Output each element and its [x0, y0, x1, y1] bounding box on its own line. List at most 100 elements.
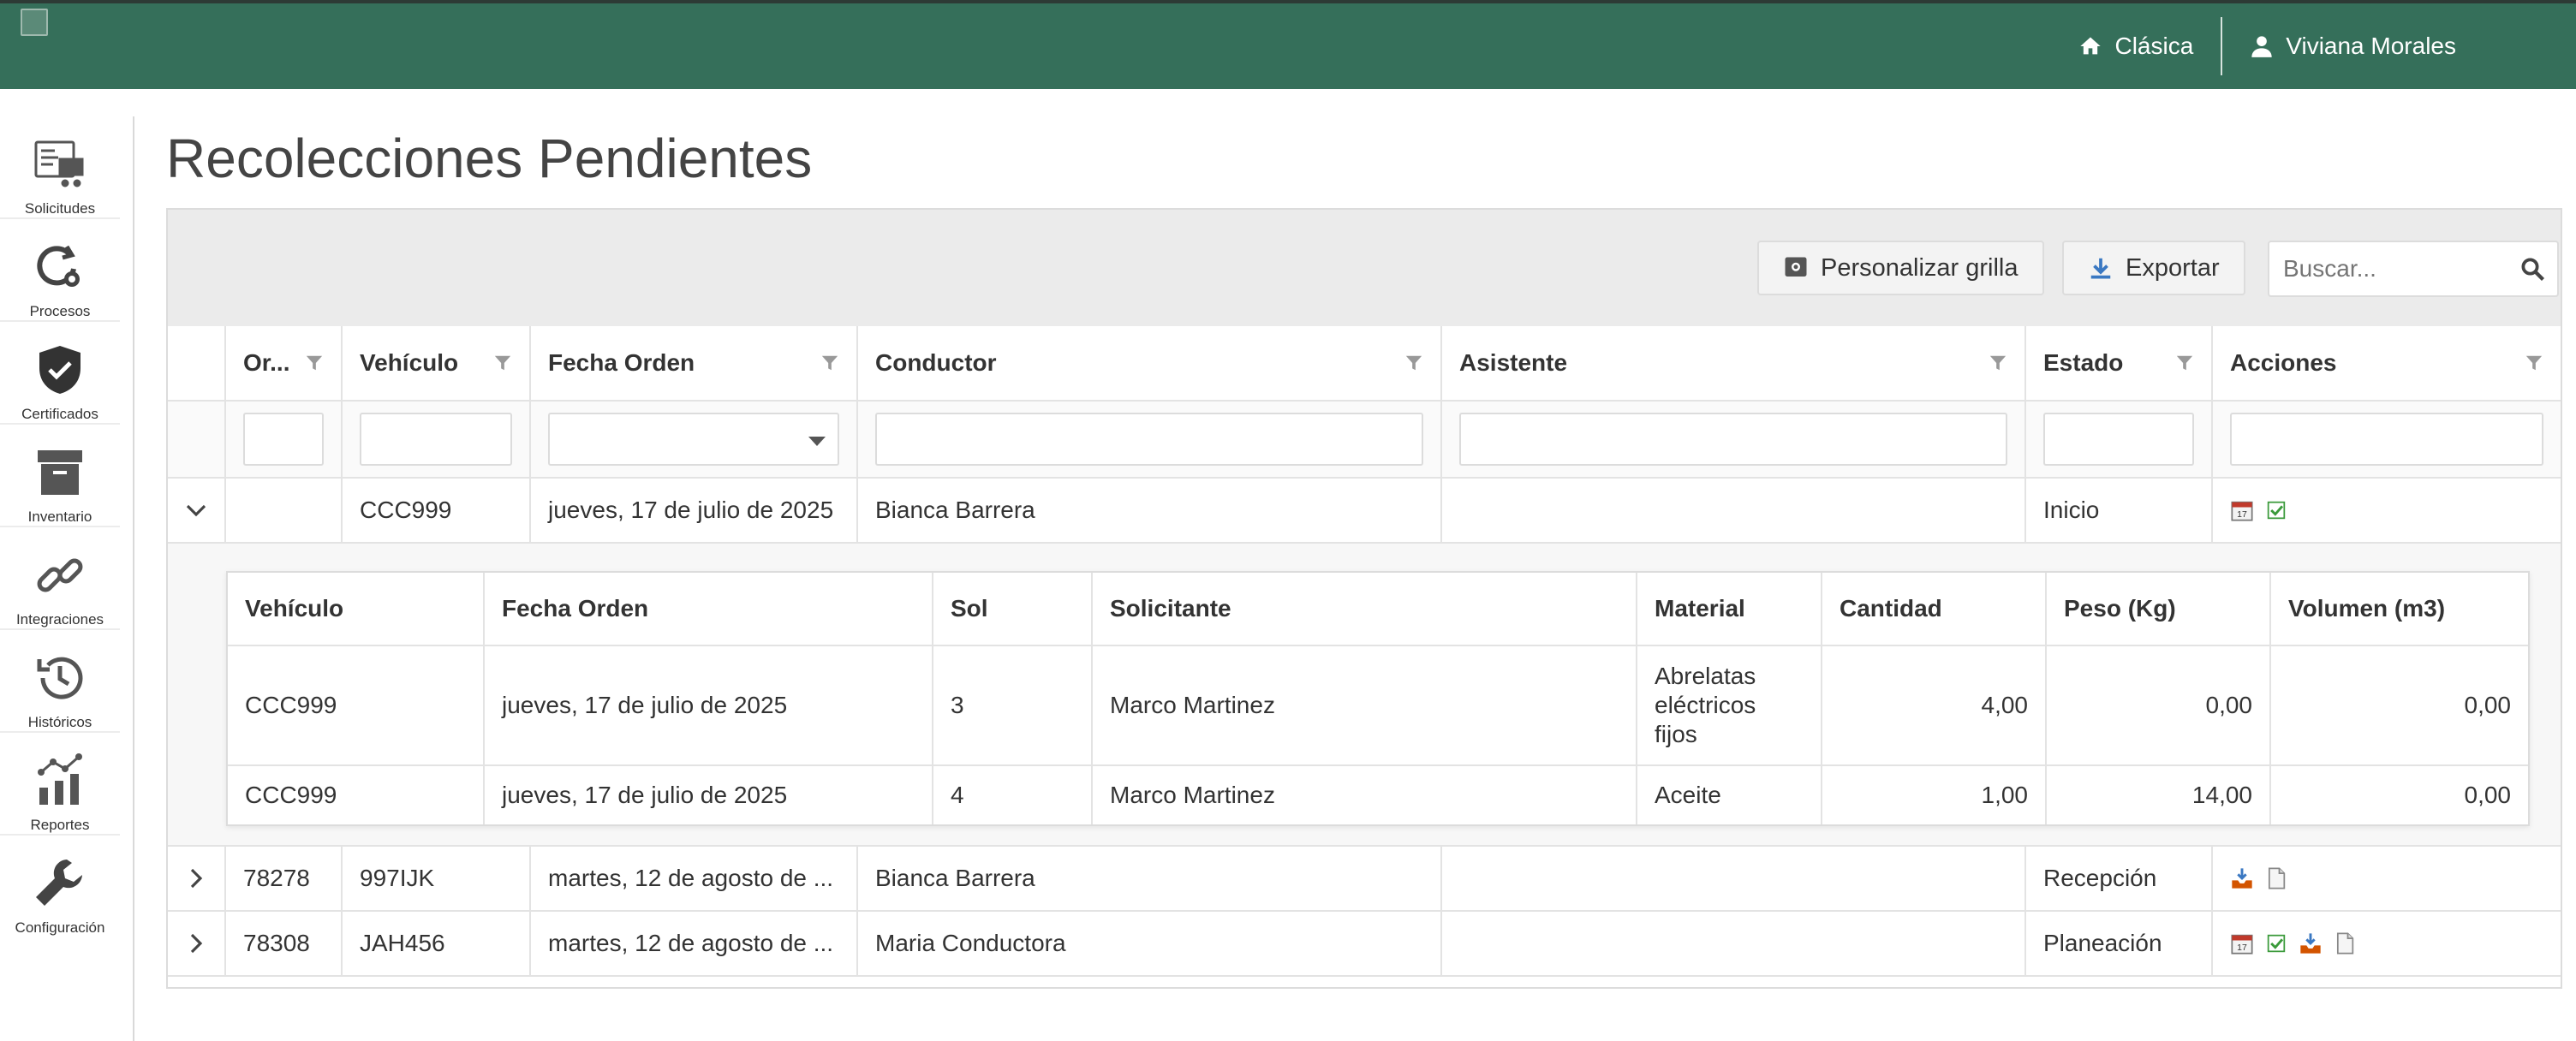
sidebar-item-historicos[interactable]: Históricos: [0, 630, 120, 733]
header-asistente[interactable]: Asistente: [1442, 326, 2026, 400]
detail-cell-volumen: 0,00: [2464, 692, 2512, 718]
cell-orden: [226, 479, 343, 542]
vehiculo-filter-input[interactable]: [360, 413, 512, 466]
detail-header-row: Vehículo Fecha Orden Sol Solicitante Mat…: [228, 573, 2528, 646]
sidebar-item-configuracion[interactable]: Configuración: [0, 836, 120, 938]
sidebar-item-label: Certificados: [21, 406, 98, 422]
download-icon: [2090, 258, 2111, 279]
logo-image[interactable]: [21, 9, 48, 36]
export-button[interactable]: Exportar: [2062, 241, 2245, 295]
row-expander[interactable]: [168, 479, 226, 542]
filter-cell: [531, 402, 858, 477]
sidebar-item-procesos[interactable]: Procesos: [0, 219, 120, 322]
filter-expand-col: [168, 402, 226, 477]
sidebar-item-certificados[interactable]: Certificados: [0, 322, 120, 425]
sidebar-item-inventario[interactable]: Inventario: [0, 425, 120, 527]
table-row[interactable]: 78308 JAH456 martes, 12 de agosto de ...…: [168, 912, 2561, 977]
search-input[interactable]: [2269, 242, 2492, 295]
cell-conductor: Bianca Barrera: [858, 847, 1442, 910]
filter-icon[interactable]: [820, 354, 839, 372]
table-row[interactable]: CCC999 jueves, 17 de julio de 2025 3 Mar…: [228, 646, 2528, 766]
classic-view-label: Clásica: [2114, 33, 2194, 59]
receive-icon[interactable]: [2230, 866, 2254, 890]
check-icon[interactable]: [2264, 931, 2288, 955]
customize-gear-icon: [1785, 257, 1807, 277]
header-expand-col: [168, 326, 226, 400]
sidebar-item-reportes[interactable]: Reportes: [0, 733, 120, 836]
user-icon: [2251, 36, 2272, 57]
estado-filter-input[interactable]: [2043, 413, 2194, 466]
document-icon[interactable]: [2264, 866, 2288, 890]
calendar-icon[interactable]: 17: [2230, 498, 2254, 522]
detail-header-solicitante: Solicitante: [1093, 573, 1637, 645]
header-orden[interactable]: Or...: [226, 326, 343, 400]
calendar-icon[interactable]: 17: [2230, 931, 2254, 955]
detail-cell-solicitante: Marco Martinez: [1093, 766, 1637, 824]
detail-header-vehiculo: Vehículo: [228, 573, 485, 645]
cell-fecha: jueves, 17 de julio de 2025: [531, 479, 858, 542]
check-icon[interactable]: [2264, 498, 2288, 522]
cell-orden: 78278: [226, 847, 343, 910]
sidebar-item-label: Solicitudes: [24, 200, 96, 217]
user-menu[interactable]: Viviana Morales: [2222, 17, 2576, 75]
sidebar-item-solicitudes[interactable]: Solicitudes: [0, 116, 120, 219]
filter-icon[interactable]: [305, 354, 324, 372]
data-grid: Personalizar grilla Exportar Or... Vehíc…: [166, 208, 2562, 989]
sidebar-item-label: Procesos: [29, 303, 91, 319]
process-gear-icon: [37, 245, 80, 287]
detail-header-sol: Sol: [933, 573, 1093, 645]
search-icon[interactable]: [2519, 256, 2545, 282]
asistente-filter-input[interactable]: [1459, 413, 2007, 466]
detail-cell-cantidad: 4,00: [1822, 646, 2047, 764]
filter-cell: [343, 402, 531, 477]
header-vehiculo[interactable]: Vehículo: [343, 326, 531, 400]
detail-cell-peso: 0,00: [2047, 646, 2271, 764]
filter-cell: [2026, 402, 2213, 477]
header-label: Acciones: [2230, 349, 2337, 376]
filter-icon[interactable]: [1404, 354, 1423, 372]
header-label: Or...: [243, 349, 290, 376]
document-icon[interactable]: [2333, 931, 2357, 955]
orden-filter-input[interactable]: [243, 413, 324, 466]
link-icon: [37, 558, 83, 592]
detail-header-fecha: Fecha Orden: [485, 573, 933, 645]
filter-icon[interactable]: [2175, 354, 2194, 372]
receive-icon[interactable]: [2299, 931, 2323, 955]
grid-header-row: Or... Vehículo Fecha Orden Conductor Asi…: [168, 326, 2561, 402]
table-row[interactable]: CCC999 jueves, 17 de julio de 2025 Bianc…: [168, 479, 2561, 544]
header-estado[interactable]: Estado: [2026, 326, 2213, 400]
classic-view-link[interactable]: Clásica: [2051, 17, 2221, 75]
header-acciones[interactable]: Acciones: [2213, 326, 2561, 400]
detail-header-material: Material: [1637, 573, 1822, 645]
header-fecha-orden[interactable]: Fecha Orden: [531, 326, 858, 400]
search-box: [2268, 241, 2559, 297]
acciones-filter-input[interactable]: [2230, 413, 2543, 466]
chart-icon: [38, 753, 82, 805]
filter-icon[interactable]: [1989, 354, 2007, 372]
filter-cell: [226, 402, 343, 477]
filter-icon[interactable]: [2525, 354, 2543, 372]
conductor-filter-input[interactable]: [875, 413, 1423, 466]
cell-asistente: [1442, 912, 2026, 975]
cell-estado: Recepción: [2026, 847, 2213, 910]
detail-cell-fecha: jueves, 17 de julio de 2025: [485, 646, 933, 764]
sidebar-item-integraciones[interactable]: Integraciones: [0, 527, 120, 630]
customize-grid-button[interactable]: Personalizar grilla: [1757, 241, 2044, 295]
svg-text:17: 17: [2237, 943, 2247, 953]
fecha-filter-select[interactable]: [548, 413, 839, 466]
table-row[interactable]: 78278 997IJK martes, 12 de agosto de ...…: [168, 847, 2561, 912]
top-bar: Clásica Viviana Morales: [0, 0, 2576, 89]
export-label: Exportar: [2126, 253, 2220, 282]
row-expander[interactable]: [168, 847, 226, 910]
cell-orden: 78308: [226, 912, 343, 975]
header-conductor[interactable]: Conductor: [858, 326, 1442, 400]
cell-acciones: 17: [2213, 479, 2561, 542]
filter-icon[interactable]: [493, 354, 512, 372]
sidebar-item-label: Reportes: [30, 817, 90, 833]
sidebar-item-label: Históricos: [27, 714, 92, 730]
cell-vehiculo: 997IJK: [343, 847, 531, 910]
cell-acciones: 17: [2213, 912, 2561, 975]
row-expander[interactable]: [168, 912, 226, 975]
table-row[interactable]: CCC999 jueves, 17 de julio de 2025 4 Mar…: [228, 766, 2528, 824]
shield-check-icon: [39, 346, 80, 394]
